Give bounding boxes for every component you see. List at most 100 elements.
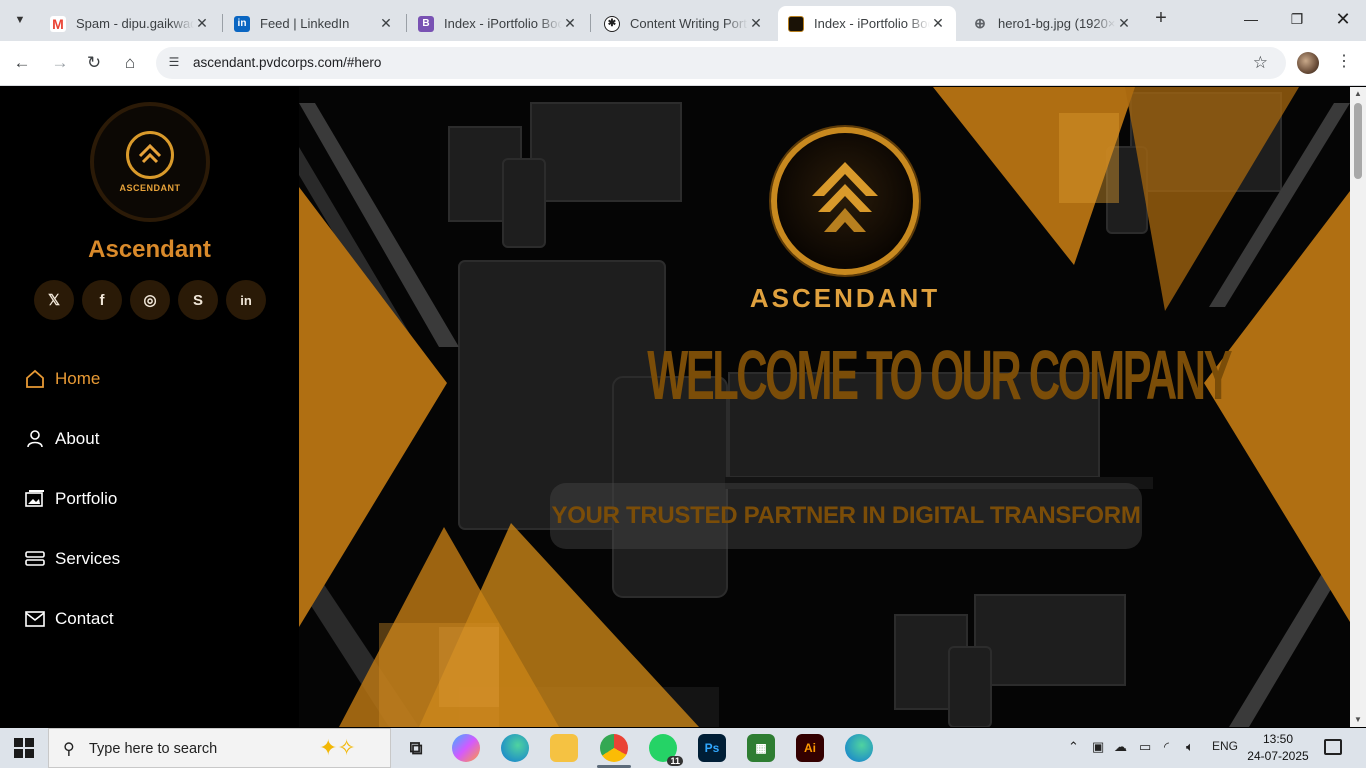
- address-bar[interactable]: ☰ ascendant.pvdcorps.com/#hero ☆: [156, 47, 1286, 79]
- nav-item-services[interactable]: Services: [24, 529, 120, 589]
- tab-title: Spam - dipu.gaikwad: [76, 16, 194, 31]
- globe-icon: ⊕: [974, 15, 986, 31]
- nav-item-contact[interactable]: Contact: [24, 589, 120, 649]
- url-text[interactable]: ascendant.pvdcorps.com/#hero: [193, 55, 381, 70]
- facebook-icon[interactable]: f: [82, 280, 122, 320]
- tab-linkedin[interactable]: in Feed | LinkedIn ✕: [224, 6, 404, 41]
- copilot-icon[interactable]: [452, 734, 480, 762]
- tab-ascendant-active[interactable]: Index - iPortfolio Boo ✕: [778, 6, 956, 41]
- edge-pinned-icon[interactable]: [845, 734, 873, 762]
- edge-icon[interactable]: [501, 734, 529, 762]
- home-icon: [24, 368, 46, 390]
- chevron-logo-icon: [812, 162, 878, 232]
- tab-title: Feed | LinkedIn: [260, 16, 350, 31]
- illustrator-icon[interactable]: Ai: [796, 734, 824, 762]
- nav-item-label: Home: [55, 369, 101, 388]
- onedrive-icon[interactable]: ☁: [1114, 739, 1127, 755]
- forward-button[interactable]: →: [48, 51, 72, 75]
- close-tab-icon[interactable]: ✕: [930, 15, 946, 32]
- new-tab-button[interactable]: +: [1150, 8, 1172, 30]
- clock-time: 13:50: [1262, 732, 1294, 746]
- tab-gmail[interactable]: M Spam - dipu.gaikwad ✕: [40, 6, 220, 41]
- close-tab-icon[interactable]: ✕: [748, 15, 764, 32]
- restore-button[interactable]: ❐: [1274, 0, 1320, 38]
- nav-item-label: About: [55, 429, 100, 448]
- search-icon: ⚲: [63, 741, 75, 758]
- language-indicator[interactable]: ENG: [1212, 739, 1238, 753]
- x-icon[interactable]: 𝕏: [34, 280, 74, 320]
- taskbar-clock[interactable]: 13:50 24-07-2025: [1238, 731, 1318, 765]
- nav-item-home[interactable]: Home: [24, 349, 120, 409]
- minimize-button[interactable]: —: [1228, 0, 1274, 38]
- close-tab-icon[interactable]: ✕: [194, 15, 210, 32]
- scroll-down-arrow-icon[interactable]: ▼: [1350, 713, 1366, 727]
- hero-title: WELCOME TO OUR COMPANY: [647, 336, 1232, 414]
- back-button[interactable]: ←: [10, 51, 34, 75]
- instagram-icon[interactable]: ◎: [130, 280, 170, 320]
- taskbar-search-box[interactable]: ⚲ Type here to search ✦✧: [48, 728, 391, 768]
- clock-date: 24-07-2025: [1247, 749, 1309, 763]
- whatsapp-icon[interactable]: 11: [649, 734, 683, 766]
- battery-icon[interactable]: ▭: [1139, 739, 1151, 755]
- linkedin-icon: in: [234, 15, 250, 32]
- profile-avatar[interactable]: [1297, 52, 1319, 74]
- copilot-sparkle-icon: ✦✧: [319, 735, 356, 760]
- logo-wordmark: ASCENDANT: [119, 183, 181, 193]
- show-hidden-icons[interactable]: ⌃: [1068, 739, 1079, 755]
- scrollbar-thumb[interactable]: [1354, 103, 1362, 179]
- reload-button[interactable]: ↻: [82, 51, 106, 75]
- nav-item-portfolio[interactable]: Portfolio: [24, 469, 120, 529]
- page-viewport: ASCENDANT Ascendant 𝕏 f ◎ S in Home Abou…: [0, 87, 1350, 727]
- nav-item-label: Services: [55, 549, 121, 568]
- tab-hero-image[interactable]: ⊕ hero1-bg.jpg (1920× ✕: [962, 6, 1142, 41]
- bootstrap-icon: B: [418, 15, 434, 32]
- file-explorer-icon[interactable]: [550, 734, 578, 762]
- browser-menu-icon[interactable]: ⋮: [1334, 51, 1354, 73]
- logo-chevron-icon: [126, 131, 174, 179]
- tab-iportfolio[interactable]: B Index - iPortfolio Boo ✕: [408, 6, 588, 41]
- tab-content-writing[interactable]: ✱ Content Writing Port ✕: [594, 6, 774, 41]
- skype-icon[interactable]: S: [178, 280, 218, 320]
- social-links: 𝕏 f ◎ S in: [34, 280, 266, 320]
- nav-item-about[interactable]: About: [24, 409, 120, 469]
- task-view-icon[interactable]: ⧉: [402, 734, 430, 762]
- close-tab-icon[interactable]: ✕: [1116, 15, 1132, 32]
- envelope-icon: [24, 608, 46, 630]
- nav-item-label: Portfolio: [55, 489, 118, 508]
- images-icon: [24, 488, 46, 510]
- spreadsheet-app-icon[interactable]: ▦: [747, 734, 775, 762]
- tab-separator: [406, 14, 407, 32]
- windows-start-icon[interactable]: [14, 738, 34, 758]
- home-button[interactable]: ⌂: [118, 51, 142, 75]
- close-tab-icon[interactable]: ✕: [378, 15, 394, 32]
- search-placeholder: Type here to search: [89, 741, 218, 757]
- nav-item-label: Contact: [55, 609, 114, 628]
- meet-now-icon[interactable]: ▣: [1092, 739, 1104, 755]
- scroll-up-arrow-icon[interactable]: ▲: [1350, 87, 1366, 101]
- address-toolbar: ← → ↻ ⌂ ☰ ascendant.pvdcorps.com/#hero ☆: [0, 41, 1366, 86]
- notifications-icon[interactable]: [1324, 739, 1342, 755]
- tab-title: hero1-bg.jpg (1920×: [998, 16, 1116, 31]
- volume-icon[interactable]: 🔈︎: [1186, 739, 1194, 755]
- server-icon: [24, 548, 46, 570]
- close-window-button[interactable]: ✕: [1320, 0, 1366, 38]
- page-scrollbar[interactable]: ▲ ▼: [1350, 87, 1366, 727]
- close-tab-icon[interactable]: ✕: [562, 15, 578, 32]
- chrome-icon[interactable]: [600, 734, 628, 762]
- site-info-icon[interactable]: ☰: [166, 55, 182, 71]
- wifi-icon[interactable]: ◜: [1164, 739, 1169, 755]
- hero-subtitle-pill: YOUR TRUSTED PARTNER IN DIGITAL TRANSFOR…: [550, 483, 1142, 549]
- sidebar-logo[interactable]: ASCENDANT: [90, 102, 210, 222]
- brand-name[interactable]: Ascendant: [0, 236, 299, 264]
- photoshop-icon[interactable]: Ps: [698, 734, 726, 762]
- person-icon: [24, 428, 46, 450]
- bookmark-star-icon[interactable]: ☆: [1253, 53, 1268, 73]
- tab-title: Index - iPortfolio Boo: [814, 16, 930, 31]
- tab-search-dropdown-icon[interactable]: ▼: [8, 8, 32, 32]
- linkedin-icon[interactable]: in: [226, 280, 266, 320]
- gmail-icon: M: [50, 15, 66, 32]
- browser-tab-strip: ▼ M Spam - dipu.gaikwad ✕ in Feed | Link…: [0, 0, 1366, 41]
- hero-logo-emblem: [771, 127, 919, 275]
- tab-title: Content Writing Port: [630, 16, 747, 31]
- chatgpt-icon: ✱: [604, 15, 620, 32]
